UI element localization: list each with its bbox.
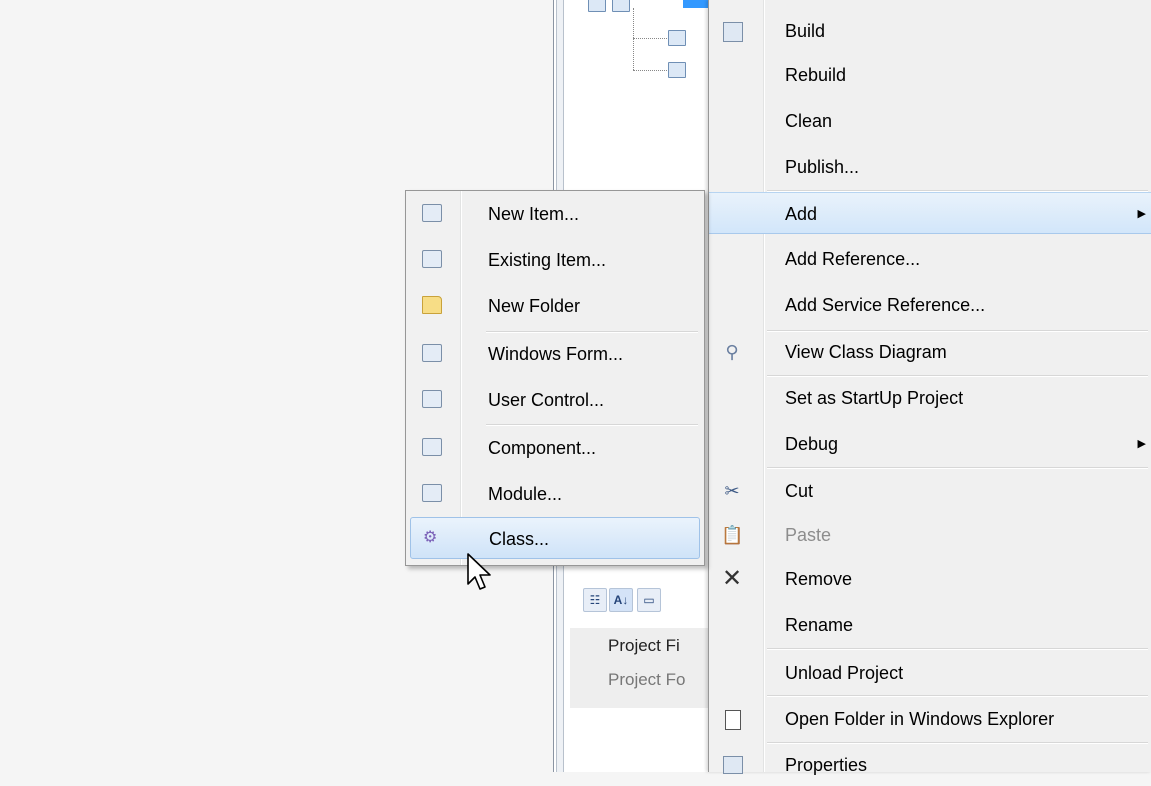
menu-item-build[interactable]: Build [709, 10, 1151, 52]
component-icon [422, 438, 442, 456]
build-icon [723, 22, 743, 42]
delete-x-icon: ✕ [721, 565, 743, 592]
property-name[interactable]: Project Fi [608, 636, 680, 656]
submenu-item-new-folder[interactable]: New Folder [410, 285, 700, 327]
submenu-item-module[interactable]: Module... [410, 473, 700, 515]
tree-item-form-icon[interactable] [668, 62, 686, 78]
submenu-item-component[interactable]: Component... [410, 427, 700, 469]
menu-item-open-folder[interactable]: Open Folder in Windows Explorer [709, 698, 1151, 740]
menu-item-rebuild[interactable]: Rebuild [709, 54, 1151, 96]
existing-item-icon [422, 250, 442, 268]
menu-item-set-startup-project[interactable]: Set as StartUp Project [709, 377, 1151, 419]
submenu-item-new-item[interactable]: New Item... [410, 193, 700, 235]
menu-item-unload-project[interactable]: Unload Project [709, 652, 1151, 694]
paste-icon: 📋 [721, 525, 744, 545]
menu-separator [767, 467, 1148, 469]
tree-connector [633, 38, 667, 39]
submenu-item-user-control[interactable]: User Control... [410, 379, 700, 421]
menu-item-clean[interactable]: Clean [709, 100, 1151, 142]
menu-item-add[interactable]: Add ▶ [709, 192, 1151, 234]
tree-item-image-icon[interactable] [668, 30, 686, 46]
menu-item-add-service-reference[interactable]: Add Service Reference... [709, 284, 1151, 326]
categorized-icon[interactable]: ☷ [583, 588, 607, 612]
menu-item-rename[interactable]: Rename [709, 604, 1151, 646]
submenu-item-class[interactable]: ⚙ Class... [410, 517, 700, 559]
class-icon: ⚙ [423, 529, 438, 546]
menu-item-remove[interactable]: ✕ Remove [709, 558, 1151, 600]
open-folder-icon [725, 710, 741, 730]
menu-item-debug[interactable]: Debug ▶ [709, 423, 1151, 465]
menu-item-view-class-diagram[interactable]: ⚲ View Class Diagram [709, 331, 1151, 373]
menu-item-cut[interactable]: ✂ Cut [709, 470, 1151, 512]
project-context-menu: Build Rebuild Clean Publish... Add ▶ Add… [708, 0, 1151, 775]
mouse-pointer-icon [467, 553, 491, 590]
submenu-item-windows-form[interactable]: Windows Form... [410, 333, 700, 375]
properties-toolbar: ☷ A↓ ▭ [583, 584, 713, 624]
expand-collapse-icon[interactable] [588, 0, 606, 12]
property-name[interactable]: Project Fo [608, 670, 685, 690]
windows-form-icon [422, 344, 442, 362]
alphabetical-sort-icon[interactable]: A↓ [609, 588, 633, 612]
menu-separator [767, 695, 1148, 697]
add-submenu: New Item... Existing Item... New Folder … [405, 190, 705, 566]
user-control-icon [422, 390, 442, 408]
new-item-icon [422, 204, 442, 222]
menu-item-paste[interactable]: 📋 Paste [709, 514, 1151, 556]
submenu-item-existing-item[interactable]: Existing Item... [410, 239, 700, 281]
submenu-arrow-icon: ▶ [1137, 208, 1146, 220]
tree-connector [633, 8, 634, 70]
new-folder-icon [422, 296, 442, 314]
tree-connector [633, 70, 667, 71]
module-icon [422, 484, 442, 502]
project-icon [612, 0, 630, 12]
menu-item-add-reference[interactable]: Add Reference... [709, 238, 1151, 280]
menu-item-properties[interactable]: Properties [709, 744, 1151, 786]
submenu-arrow-icon: ▶ [1137, 438, 1146, 450]
properties-icon [723, 756, 743, 774]
submenu-separator [486, 424, 698, 426]
property-pages-icon[interactable]: ▭ [637, 588, 661, 612]
scissors-icon: ✂ [724, 481, 740, 501]
menu-separator [767, 648, 1148, 650]
menu-item-publish[interactable]: Publish... [709, 146, 1151, 188]
class-diagram-icon: ⚲ [725, 342, 739, 362]
